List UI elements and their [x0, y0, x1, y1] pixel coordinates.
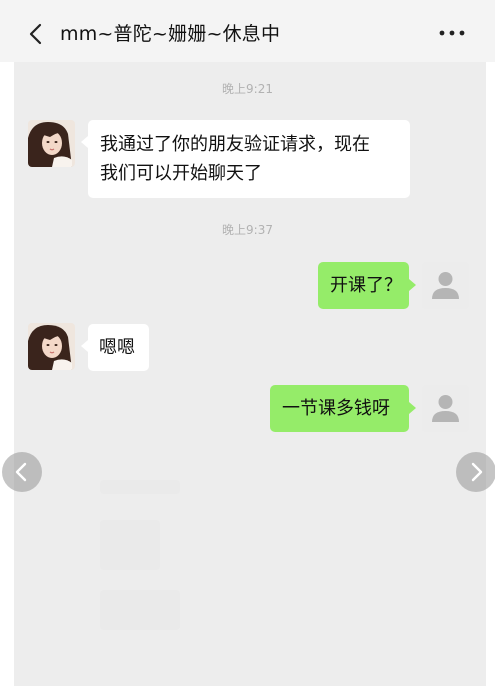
chat-title: mm~普陀~姗姗~休息中	[60, 23, 281, 45]
default-user-icon	[432, 272, 459, 299]
sent-message-bubble[interactable]: 一节课多钱呀	[270, 385, 409, 432]
timestamp: 晚上9:21	[222, 82, 273, 96]
chat-header: mm~普陀~姗姗~休息中	[0, 0, 495, 62]
message-text: 我们可以开始聊天了	[100, 163, 262, 184]
message-text: 嗯嗯	[99, 337, 135, 358]
contact-avatar[interactable]	[28, 323, 75, 370]
timestamp: 晚上9:37	[222, 223, 273, 237]
my-avatar[interactable]	[422, 262, 469, 309]
faded-placeholder	[100, 590, 180, 630]
bubble-tail	[409, 279, 416, 291]
avatar-photo-icon	[28, 120, 75, 167]
previous-image-button[interactable]	[2, 452, 42, 492]
message-text: 我通过了你的朋友验证请求，现在	[100, 134, 370, 155]
message-text: 开课了？	[330, 275, 402, 296]
back-icon[interactable]	[26, 22, 46, 46]
chevron-right-icon	[471, 462, 483, 482]
my-avatar[interactable]	[422, 385, 469, 432]
next-image-button[interactable]	[456, 452, 495, 492]
faded-placeholder	[100, 520, 160, 570]
faded-placeholder	[100, 480, 180, 494]
default-user-icon	[432, 395, 459, 422]
avatar-photo-icon	[28, 323, 75, 370]
bubble-tail	[81, 136, 88, 148]
received-message-bubble[interactable]: 我通过了你的朋友验证请求，现在 我们可以开始聊天了	[88, 120, 410, 198]
sent-message-bubble[interactable]: 开课了？	[318, 262, 409, 309]
chevron-left-icon	[15, 462, 27, 482]
bubble-tail	[409, 402, 416, 414]
contact-avatar[interactable]	[28, 120, 75, 167]
message-text: 一节课多钱呀	[282, 398, 390, 419]
more-dots-icon[interactable]	[438, 27, 466, 39]
received-message-bubble[interactable]: 嗯嗯	[88, 324, 149, 371]
bubble-tail	[81, 340, 88, 352]
chat-screen: mm~普陀~姗姗~休息中 晚上9:21 我通过了你的朋友验证请求，现在 我们可以…	[0, 0, 495, 686]
